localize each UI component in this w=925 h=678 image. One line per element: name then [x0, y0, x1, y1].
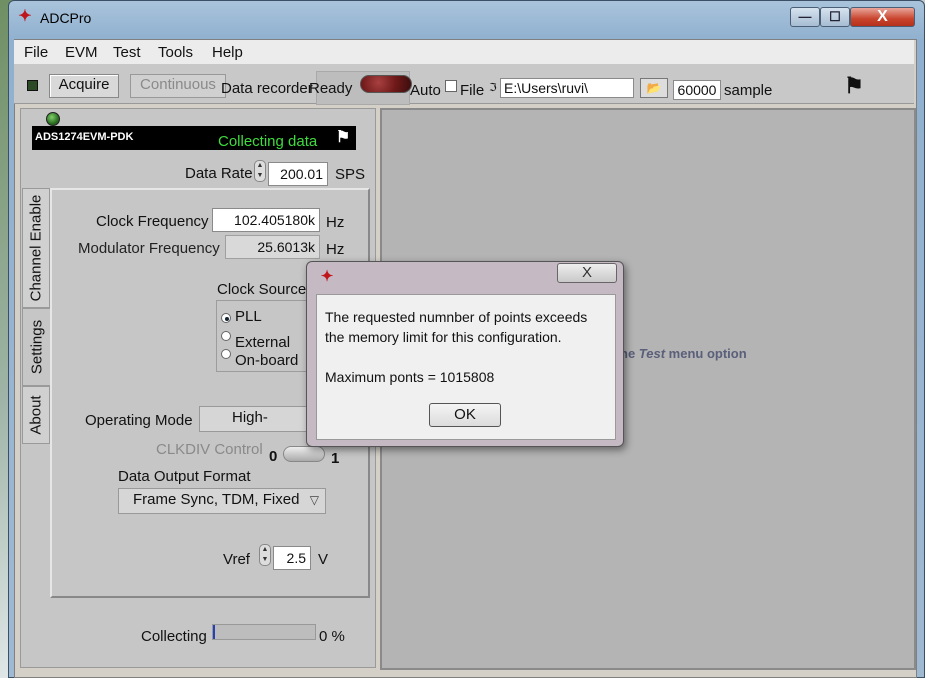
acquire-button[interactable]: Acquire: [49, 74, 119, 98]
data-rate-unit: SPS: [335, 166, 366, 183]
app-icon: ✦: [18, 8, 32, 25]
data-rate-spinner[interactable]: ▲ ▼: [254, 160, 266, 182]
tab-settings[interactable]: Settings: [22, 308, 50, 386]
collecting-progress-fill: [213, 625, 215, 639]
collecting-label: Collecting: [141, 628, 207, 645]
path-icon: ℑ: [489, 82, 497, 94]
collecting-progress-bar: [212, 624, 316, 640]
clkdiv-right-value: 1: [331, 450, 340, 467]
modulator-frequency-label: Modulator Frequency: [78, 240, 220, 257]
collecting-percent: 0 %: [319, 628, 345, 645]
file-label: File: [460, 82, 485, 99]
radio-onboard[interactable]: [221, 349, 231, 359]
maximize-button[interactable]: ☐: [820, 7, 850, 27]
clkdiv-left-value: 0: [269, 448, 278, 465]
ti-logo-icon: ⚑: [844, 73, 864, 98]
vref-label: Vref: [223, 551, 250, 568]
folder-icon[interactable]: 📂: [640, 78, 668, 98]
modulator-frequency-unit: Hz: [326, 241, 345, 258]
data-output-format-label: Data Output Format: [118, 468, 251, 485]
menu-help[interactable]: Help: [212, 44, 243, 61]
dialog-ok-button[interactable]: OK: [429, 403, 501, 427]
dialog-message-line1: The requested numnber of points exceeds: [325, 309, 588, 325]
vref-input[interactable]: 2.5: [273, 546, 311, 570]
evm-status-text: Collecting data: [218, 133, 318, 150]
ready-label: Ready: [309, 80, 353, 97]
dialog-close-button[interactable]: X: [557, 263, 617, 283]
chevron-down-icon: ▽: [309, 493, 319, 507]
samples-input[interactable]: 60000: [673, 80, 721, 100]
data-output-format-dropdown[interactable]: Frame Sync, TDM, Fixed ▽: [118, 488, 326, 514]
operating-mode-label: Operating Mode: [85, 412, 193, 429]
data-rate-label: Data Rate: [185, 165, 253, 182]
test-menu-hint: he Test menu option: [620, 346, 747, 361]
clkdiv-toggle[interactable]: [283, 446, 325, 462]
menu-file[interactable]: File: [24, 44, 48, 61]
tab-about[interactable]: About: [22, 386, 50, 444]
menu-evm[interactable]: EVM: [65, 44, 98, 61]
radio-external[interactable]: [221, 331, 231, 341]
file-checkbox[interactable]: [445, 80, 457, 92]
samples-label: sample: [724, 82, 773, 99]
vref-spinner[interactable]: ▲ ▼: [259, 544, 271, 566]
continuous-button[interactable]: Continuous: [130, 74, 226, 98]
auto-label: Auto: [410, 82, 441, 99]
radio-pll-label: PLL: [235, 308, 262, 325]
clock-source-label: Clock Source: [217, 281, 307, 298]
menu-bar: File EVM Test Tools Help: [14, 40, 914, 64]
clock-frequency-input[interactable]: 102.405180k: [212, 208, 320, 232]
dialog-message-line2: the memory limit for this configuration.: [325, 329, 562, 345]
menu-tools[interactable]: Tools: [158, 44, 193, 61]
tab-channel-enable[interactable]: Channel Enable: [22, 188, 50, 308]
dialog-max-points: Maximum ponts = 1015808: [325, 369, 495, 385]
radio-onboard-label: On-board: [235, 352, 299, 369]
window-title: ADCPro: [40, 10, 92, 26]
close-button[interactable]: X: [850, 7, 915, 27]
acquire-led: [27, 80, 38, 91]
minimize-button[interactable]: —: [790, 7, 820, 27]
vref-unit: V: [318, 551, 329, 568]
radio-external-label: External: [235, 334, 291, 351]
ti-logo-small-icon: ⚑: [335, 129, 351, 146]
data-output-format-value: Frame Sync, TDM, Fixed: [133, 491, 300, 508]
radio-pll[interactable]: [221, 313, 231, 323]
data-rate-input[interactable]: 200.01: [268, 162, 328, 186]
data-recorder-label: Data recorder: [221, 80, 313, 97]
status-led: [46, 112, 60, 126]
dialog-app-icon: ✦: [320, 268, 334, 285]
clkdiv-label: CLKDIV Control: [156, 441, 263, 458]
path-input[interactable]: E:\Users\ruvi\: [500, 78, 634, 98]
clock-frequency-label: Clock Frequency: [96, 213, 209, 230]
evm-name: ADS1274EVM-PDK: [35, 131, 134, 143]
clock-frequency-unit: Hz: [326, 214, 345, 231]
record-toggle[interactable]: [360, 75, 412, 93]
operating-mode-dropdown[interactable]: High-: [199, 406, 309, 432]
menu-test[interactable]: Test: [113, 44, 141, 61]
modulator-frequency-value: 25.6013k: [225, 235, 320, 259]
